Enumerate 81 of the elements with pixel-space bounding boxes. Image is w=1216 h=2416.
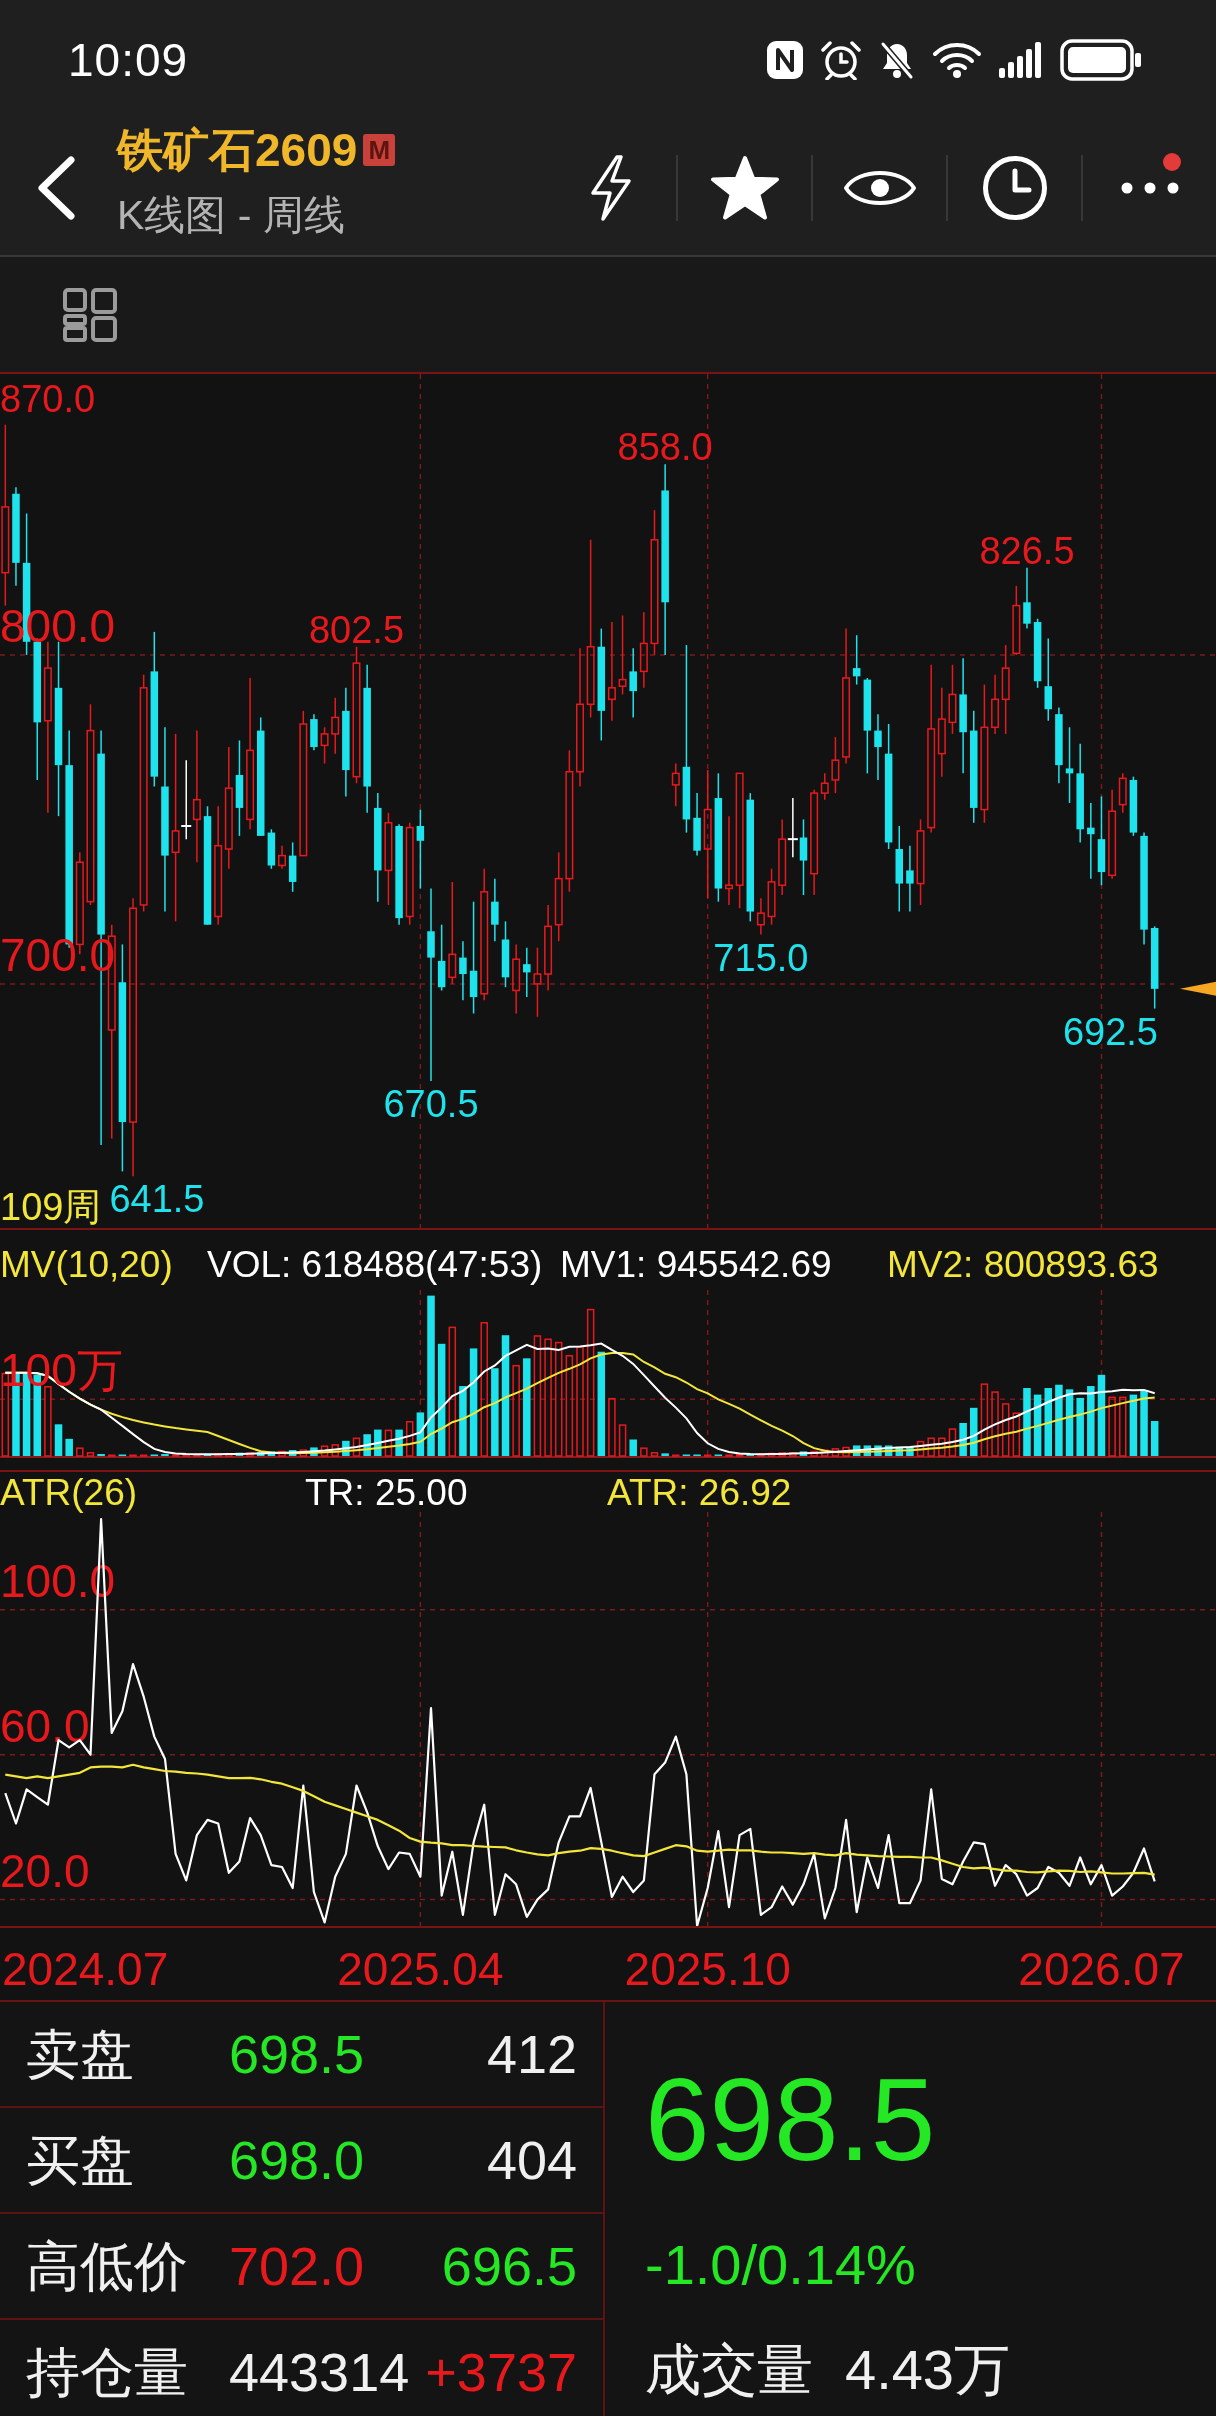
mv2-reading: MV2: 800893.63 xyxy=(887,1245,1160,1283)
high-price-label: 826.5 xyxy=(979,529,1075,572)
alarm-clock-icon xyxy=(820,40,862,80)
price-change: -1.0/0.14% xyxy=(645,2235,916,2295)
volume-value: 4.43万 xyxy=(845,2340,1010,2400)
price-axis-label: 870.0 xyxy=(0,377,96,420)
bell-slash-icon xyxy=(878,40,916,80)
low-price-label: 670.5 xyxy=(383,1082,479,1125)
quote-label: 高低价 xyxy=(26,2239,189,2293)
high-price-label: 802.5 xyxy=(308,608,405,651)
chart-subtitle: K线图 - 周线 xyxy=(117,191,346,240)
atr-reading: ATR: 26.92 xyxy=(607,1473,793,1511)
high-price-label: 858.0 xyxy=(617,426,713,469)
price-marker-icon xyxy=(1180,981,1216,996)
quote-value: 698.5 xyxy=(229,2027,365,2081)
falling-candle xyxy=(693,792,701,857)
date-axis-label: 2025.04 xyxy=(337,1943,504,1995)
atr-axis-label: 60.0 xyxy=(0,1699,90,1752)
falling-candle xyxy=(874,713,882,781)
falling-candle xyxy=(459,940,467,1002)
quote-value: 696.5 xyxy=(441,2239,577,2293)
clock-icon xyxy=(981,154,1048,221)
rising-candle xyxy=(671,762,680,807)
falling-candle xyxy=(1129,775,1138,837)
low-price-label: 641.5 xyxy=(109,1178,205,1221)
rising-candle xyxy=(948,664,957,735)
volume-reading: VOL: 618488(47:53) xyxy=(207,1245,544,1283)
rising-candle xyxy=(320,726,329,765)
falling-candle xyxy=(523,946,531,998)
falling-candle xyxy=(267,828,276,870)
falling-candle xyxy=(491,877,499,942)
quote-label: 买盘 xyxy=(26,2133,135,2187)
mv1-reading: MV1: 945542.69 xyxy=(560,1245,833,1283)
rising-candle xyxy=(1012,585,1021,656)
indicator-name: MV(10,20) xyxy=(0,1245,174,1283)
status-time: 10:09 xyxy=(68,37,189,83)
date-axis-label: 2026.07 xyxy=(1018,1943,1185,1995)
tr-reading: TR: 25.00 xyxy=(305,1473,469,1511)
rising-candle xyxy=(756,897,765,936)
last-price: 698.5 xyxy=(645,2062,936,2178)
falling-candle xyxy=(1033,618,1042,689)
falling-candle xyxy=(852,634,861,686)
falling-candle xyxy=(310,713,318,752)
doji-candle xyxy=(786,797,799,858)
rising-candle xyxy=(331,696,340,755)
rising-candle xyxy=(278,845,286,870)
rising-candle xyxy=(831,736,840,794)
battery-icon xyxy=(1060,39,1142,81)
signal-bars-icon xyxy=(998,42,1044,78)
nfc-icon xyxy=(766,40,804,80)
low-price-label: 692.5 xyxy=(1062,1010,1158,1053)
quote-value: 698.0 xyxy=(229,2133,365,2187)
quote-value: 702.0 xyxy=(229,2239,365,2293)
volume-label: 成交量 xyxy=(645,2340,813,2400)
falling-candle xyxy=(288,841,297,893)
rising-candle xyxy=(533,946,542,1018)
indicator-name: ATR(26) xyxy=(0,1473,139,1511)
quote-value: +3737 xyxy=(425,2345,577,2399)
quote-value: 443314 xyxy=(229,2345,410,2399)
quote-label: 卖盘 xyxy=(26,2027,135,2081)
grid-layout-icon xyxy=(62,286,118,343)
low-price-label: 715.0 xyxy=(713,936,809,979)
date-axis-label: 2024.07 xyxy=(2,1943,169,1995)
falling-candle xyxy=(437,923,446,992)
quote-value: 404 xyxy=(486,2133,577,2187)
rising-candle xyxy=(767,868,776,926)
rising-candle xyxy=(512,943,521,1015)
quote-value: 412 xyxy=(486,2027,577,2081)
instrument-title: 铁矿石2609 xyxy=(117,124,358,176)
falling-candle xyxy=(501,920,510,988)
date-axis-label: 2025.10 xyxy=(624,1943,791,1995)
wifi-icon xyxy=(932,41,982,79)
falling-candle xyxy=(1023,567,1031,630)
star-icon xyxy=(709,154,780,221)
quote-label: 持仓量 xyxy=(26,2345,189,2399)
period-label: 109周 xyxy=(0,1186,102,1228)
market-badge: M xyxy=(363,134,396,166)
falling-candle xyxy=(629,647,637,719)
atr-axis-label: 20.0 xyxy=(0,1844,90,1897)
falling-candle xyxy=(906,845,914,913)
more-dots-icon xyxy=(1120,181,1179,194)
